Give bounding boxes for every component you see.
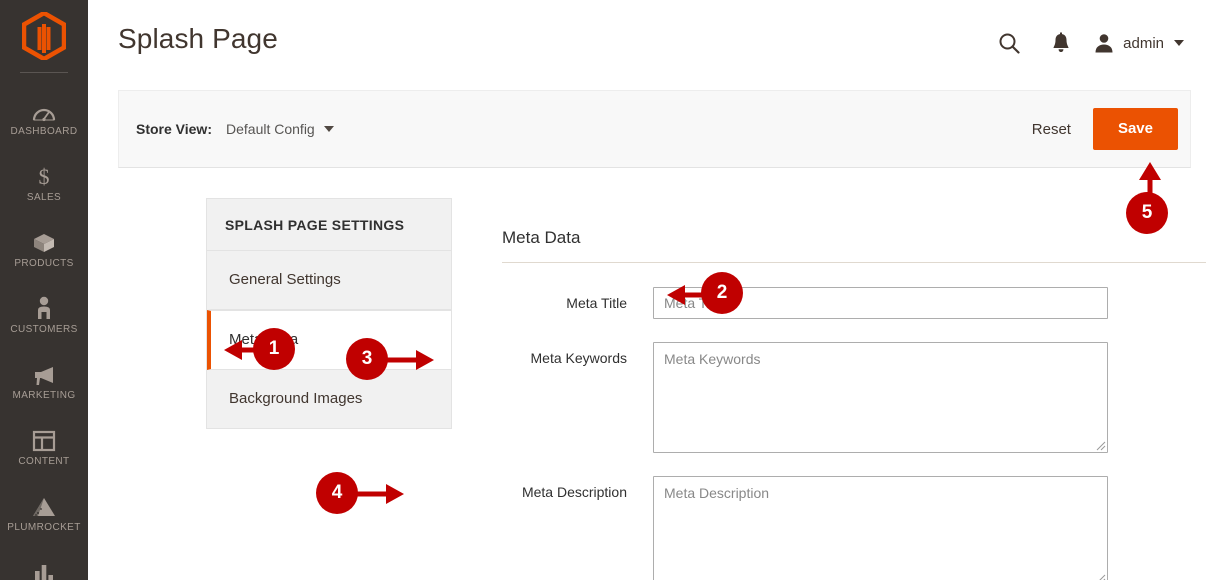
meta-keywords-textarea[interactable] [653,342,1108,453]
meta-data-form: Meta Data Meta Title Meta Keywords Meta … [502,228,1206,580]
sidebar-divider [20,72,68,73]
store-view-value-label: Default Config [226,121,315,137]
field-meta-title: Meta Title [502,287,1206,319]
sidebar-item-content[interactable]: Content [0,413,88,479]
admin-page: Dashboard $ Sales Products [0,0,1206,580]
sidebar-item-sales[interactable]: $ Sales [0,149,88,215]
admin-name-label: admin [1123,34,1164,52]
sidebar-item-dashboard[interactable]: Dashboard [0,83,88,149]
annotation-badge-5: 5 [1126,192,1168,234]
chevron-down-icon [1174,40,1184,46]
settings-nav-item-general-settings[interactable]: General Settings [207,251,451,310]
sidebar-item-label: Content [18,455,70,467]
annotation-badge-3: 3 [346,338,388,380]
annotation-badge-1: 1 [253,328,295,370]
global-sidebar: Dashboard $ Sales Products [0,0,88,580]
sidebar-item-label: Customers [10,323,78,335]
reset-button[interactable]: Reset [1010,113,1093,146]
person-icon [34,294,54,320]
magento-logo[interactable] [0,0,88,72]
sidebar-item-customers[interactable]: Customers [0,281,88,347]
field-meta-keywords: Meta Keywords [502,342,1206,453]
dollar-sign-icon: $ [33,162,55,188]
toolbar-actions: Reset Save [1010,108,1190,150]
annotation-badge-2: 2 [701,272,743,314]
layout-panel-icon [32,426,56,452]
save-button[interactable]: Save [1092,108,1178,150]
settings-nav-title: SPLASH PAGE SETTINGS [207,199,451,251]
search-icon [999,33,1020,54]
meta-title-label: Meta Title [566,295,627,311]
dashboard-gauge-icon [32,96,56,122]
store-view-switcher: Store View: Default Config [119,121,334,137]
sidebar-item-label: Products [14,257,74,269]
store-view-select[interactable]: Default Config [226,121,334,137]
annotation-badge-4: 4 [316,472,358,514]
sidebar-item-plumrocket[interactable]: Plumrocket [0,479,88,545]
store-view-label: Store View: [136,121,212,137]
annotation-arrow-4 [356,484,404,504]
chevron-down-icon [323,126,334,132]
notifications-button[interactable] [1035,26,1087,60]
bell-icon [1053,32,1069,52]
pyramid-icon [31,492,57,518]
page-header: Splash Page admin [88,0,1206,82]
meta-description-textarea[interactable] [653,476,1108,580]
user-avatar-icon [1095,34,1113,53]
main-content: Splash Page admin Store View: Default Co… [88,0,1206,580]
admin-menu[interactable]: admin [1093,32,1190,54]
header-actions: admin [983,26,1190,60]
page-toolbar: Store View: Default Config Reset Save [118,90,1191,168]
page-title: Splash Page [118,23,278,54]
magento-logo-icon [22,12,66,60]
annotation-arrow-3 [386,350,434,370]
bar-chart-icon [32,558,56,580]
meta-keywords-label: Meta Keywords [530,350,627,366]
meta-description-label: Meta Description [521,484,627,500]
sidebar-item-marketing[interactable]: Marketing [0,347,88,413]
meta-description-wrap [653,476,1108,580]
svg-text:$: $ [39,164,50,188]
sidebar-item-label: Plumrocket [7,521,81,533]
box-icon [32,228,56,254]
meta-keywords-wrap [653,342,1108,453]
sidebar-item-label: Dashboard [10,125,78,137]
sidebar-item-label: Marketing [12,389,76,401]
megaphone-icon [31,360,57,386]
search-button[interactable] [983,26,1035,60]
field-meta-description: Meta Description [502,476,1206,580]
sidebar-item-products[interactable]: Products [0,215,88,281]
sidebar-item-label: Sales [26,191,62,203]
settings-nav-item-background-images[interactable]: Background Images [207,370,451,428]
fieldset-title: Meta Data [502,228,1206,263]
splash-page-settings-nav: SPLASH PAGE SETTINGS General Settings Me… [206,198,452,429]
sidebar-item-reports[interactable]: Reports [0,545,88,580]
